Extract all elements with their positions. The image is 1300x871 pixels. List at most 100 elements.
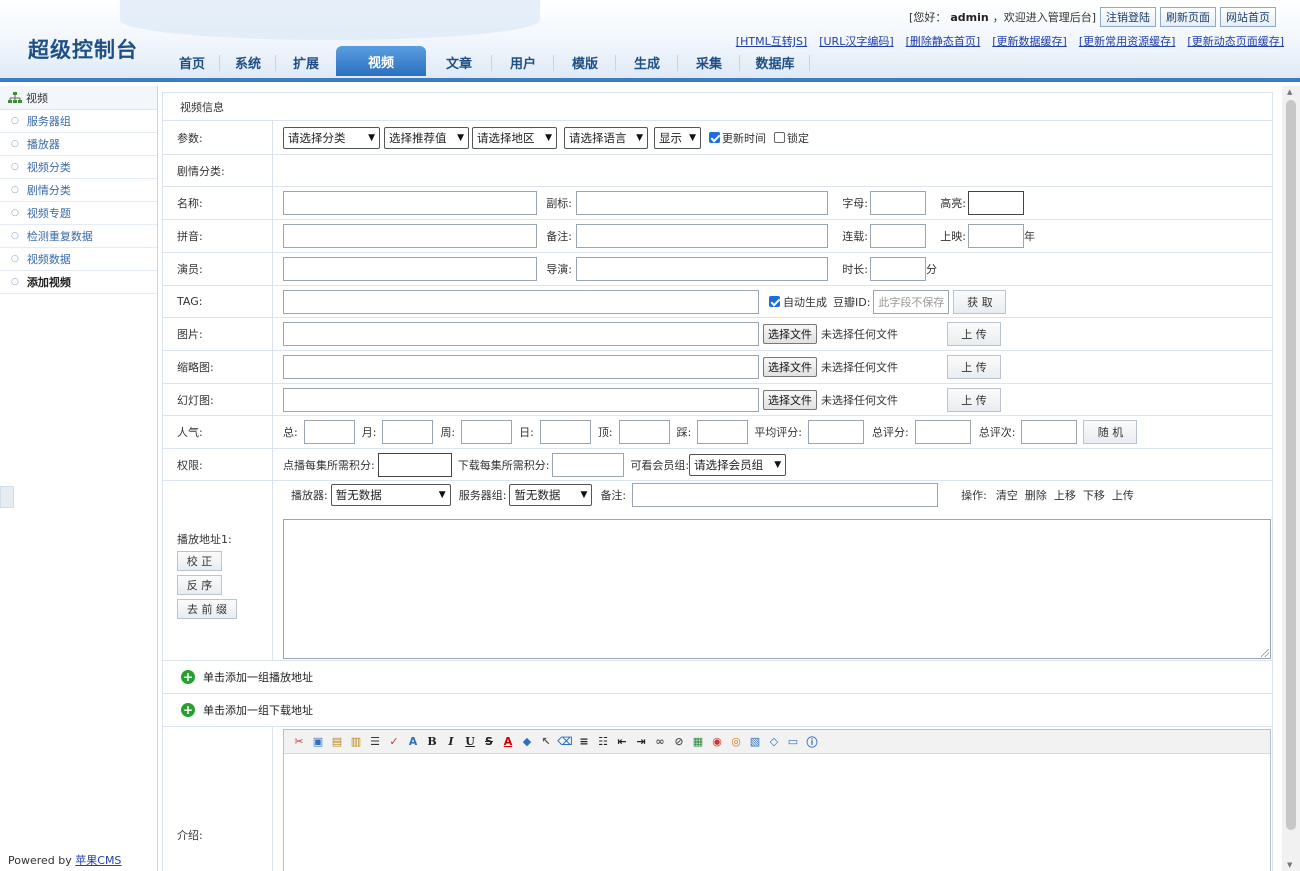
- align-icon[interactable]: ≡: [577, 735, 591, 749]
- image-upload-button[interactable]: 上 传: [947, 322, 1001, 346]
- font-icon[interactable]: A: [406, 735, 420, 749]
- update-time-checkbox[interactable]: [709, 132, 720, 143]
- underline-icon[interactable]: U: [463, 735, 477, 749]
- eraser-icon[interactable]: ⌫: [557, 735, 573, 749]
- name-input[interactable]: [283, 191, 537, 215]
- total-score-input[interactable]: [914, 420, 971, 444]
- douban-input[interactable]: 此字段不保存: [873, 289, 950, 314]
- server-group-select[interactable]: 暂无数据 ▼: [509, 484, 593, 506]
- slide-input[interactable]: [283, 387, 759, 412]
- director-input[interactable]: [576, 257, 828, 281]
- duration-input[interactable]: [870, 257, 926, 281]
- update-data-cache-link[interactable]: [更新数据缓存]: [992, 33, 1067, 49]
- hits-week-input[interactable]: [461, 420, 513, 444]
- media-icon[interactable]: ◎: [729, 735, 743, 749]
- reverse-button[interactable]: 反 序: [177, 574, 222, 595]
- link-icon[interactable]: ∞: [653, 735, 667, 749]
- strikethrough-icon[interactable]: S: [482, 735, 496, 749]
- highlight-input[interactable]: [968, 191, 1024, 215]
- vertical-scrollbar[interactable]: ▲ ▼: [1282, 86, 1300, 871]
- sidebar-item-check-duplicates[interactable]: ○ 检测重复数据: [0, 225, 157, 248]
- serial-input[interactable]: [870, 224, 926, 248]
- sidebar-item-player[interactable]: ○ 播放器: [0, 133, 157, 156]
- member-group-select[interactable]: 请选择会员组 ▼: [689, 453, 787, 476]
- about-icon[interactable]: ⓘ: [805, 735, 819, 749]
- sidebar-collapse-handle[interactable]: [0, 486, 14, 508]
- language-select[interactable]: 请选择语言 ▼: [564, 126, 648, 149]
- lock-checkbox[interactable]: [774, 132, 785, 143]
- refresh-page-button[interactable]: 刷新页面: [1160, 7, 1216, 27]
- thumbnail-upload-button[interactable]: 上 传: [947, 355, 1001, 379]
- scroll-up-icon[interactable]: ▲: [1287, 88, 1292, 96]
- list-icon[interactable]: ☷: [596, 735, 610, 749]
- sidebar-item-add-video[interactable]: ○ 添加视频: [0, 271, 157, 294]
- spellcheck-icon[interactable]: ✓: [387, 735, 401, 749]
- avg-score-input[interactable]: [808, 420, 865, 444]
- nav-template[interactable]: 模版: [554, 49, 616, 76]
- nav-collect[interactable]: 采集: [678, 49, 740, 76]
- site-home-button[interactable]: 网站首页: [1220, 7, 1276, 27]
- thumbnail-input[interactable]: [283, 355, 759, 379]
- add-play-group-link[interactable]: + 单击添加一组播放地址: [163, 661, 1272, 693]
- flash-icon[interactable]: ◉: [710, 735, 724, 749]
- sidebar-item-plot-category[interactable]: ○ 剧情分类: [0, 179, 157, 202]
- image-input[interactable]: [283, 322, 759, 346]
- preview-icon[interactable]: ▭: [786, 735, 800, 749]
- up-input[interactable]: [618, 420, 670, 444]
- nav-article[interactable]: 文章: [426, 49, 492, 76]
- bg-color-icon[interactable]: ◆: [520, 735, 534, 749]
- nav-user[interactable]: 用户: [492, 49, 554, 76]
- auto-generate-checkbox[interactable]: [769, 296, 780, 307]
- delete-link[interactable]: 删除: [1025, 487, 1047, 503]
- remove-prefix-button[interactable]: 去 前 缀: [177, 598, 237, 619]
- resize-handle-icon[interactable]: [1261, 649, 1269, 657]
- download-points-input[interactable]: [552, 452, 625, 477]
- unlink-icon[interactable]: ⊘: [672, 735, 686, 749]
- logout-button[interactable]: 注销登陆: [1100, 7, 1156, 27]
- total-votes-input[interactable]: [1021, 420, 1078, 444]
- cut-icon[interactable]: ✂: [292, 735, 306, 749]
- fetch-button[interactable]: 获 取: [953, 289, 1007, 314]
- delete-static-home-link[interactable]: [删除静态首页]: [906, 33, 981, 49]
- outdent-icon[interactable]: ⇤: [615, 735, 629, 749]
- table-icon[interactable]: ▧: [748, 735, 762, 749]
- italic-icon[interactable]: I: [444, 735, 458, 749]
- nav-home[interactable]: 首页: [164, 49, 220, 76]
- indent-icon[interactable]: ⇥: [634, 735, 648, 749]
- nav-system[interactable]: 系统: [220, 49, 276, 76]
- remark-input[interactable]: [576, 224, 828, 248]
- paste-icon[interactable]: ▤: [330, 735, 344, 749]
- player-select[interactable]: 暂无数据 ▼: [330, 484, 451, 506]
- thumbnail-choose-file-button[interactable]: 选择文件: [763, 357, 817, 377]
- region-select[interactable]: 请选择地区 ▼: [472, 126, 557, 149]
- url-encode-link[interactable]: [URL汉字编码]: [819, 33, 893, 49]
- bold-icon[interactable]: B: [425, 735, 439, 749]
- release-year-input[interactable]: [968, 224, 1024, 248]
- copy-icon[interactable]: ▣: [311, 735, 325, 749]
- nav-video[interactable]: 视频: [336, 46, 426, 76]
- image-choose-file-button[interactable]: 选择文件: [763, 324, 817, 344]
- update-resource-cache-link[interactable]: [更新常用资源缓存]: [1079, 33, 1176, 49]
- slide-choose-file-button[interactable]: 选择文件: [763, 389, 817, 410]
- image-icon[interactable]: ▦: [691, 735, 705, 749]
- move-up-link[interactable]: 上移: [1054, 487, 1076, 503]
- play-points-input[interactable]: [377, 452, 452, 477]
- source-icon[interactable]: ◇: [767, 735, 781, 749]
- scrollbar-thumb[interactable]: [1286, 100, 1296, 830]
- cms-link[interactable]: 苹果CMS: [75, 854, 121, 867]
- rich-text-editor[interactable]: ✂ ▣ ▤ ▥ ☰ ✓ A B I U S A ◆ ↖ ⌫ ≡ ☷ ⇤ ⇥ ∞ …: [283, 729, 1271, 871]
- random-button[interactable]: 随 机: [1083, 420, 1138, 444]
- font-color-icon[interactable]: A: [501, 735, 515, 749]
- play-remark-input[interactable]: [632, 483, 939, 507]
- recommend-select[interactable]: 选择推荐值 ▼: [384, 126, 469, 149]
- play-url-textarea[interactable]: [283, 519, 1271, 659]
- hits-month-input[interactable]: [382, 420, 434, 444]
- update-dynamic-cache-link[interactable]: [更新动态页面缓存]: [1187, 33, 1284, 49]
- nav-database[interactable]: 数据库: [740, 49, 810, 76]
- nav-generate[interactable]: 生成: [616, 49, 678, 76]
- actor-input[interactable]: [283, 257, 537, 281]
- upload-link[interactable]: 上传: [1112, 487, 1134, 503]
- scroll-down-icon[interactable]: ▼: [1287, 861, 1292, 869]
- hits-total-input[interactable]: [303, 420, 355, 444]
- slide-upload-button[interactable]: 上 传: [947, 387, 1001, 412]
